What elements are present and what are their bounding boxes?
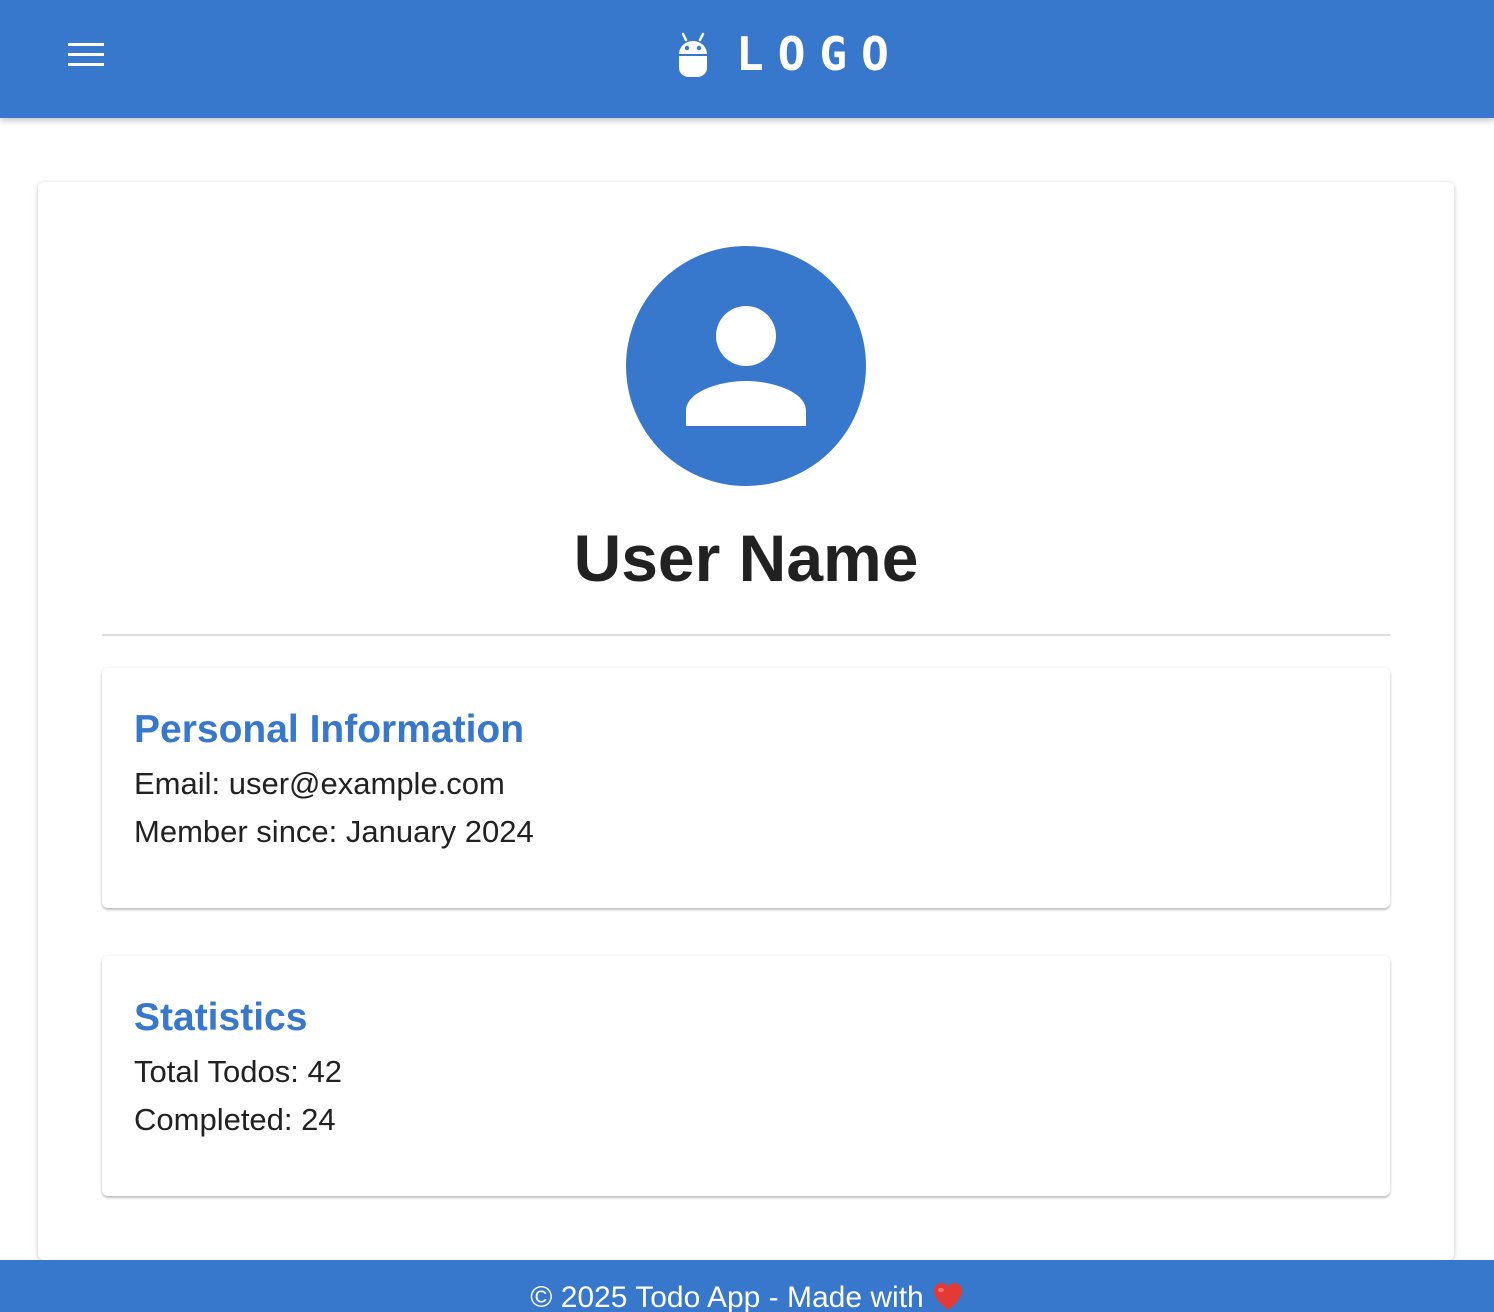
heart-icon — [933, 1283, 962, 1310]
total-todos-text: Total Todos: 42 — [134, 1054, 342, 1089]
section-title-statistics: Statistics — [134, 996, 308, 1039]
footer: © 2025 Todo App - Made with — [0, 1260, 1494, 1312]
account-circle-icon — [686, 306, 806, 426]
member-since-text: Member since: January 2024 — [134, 814, 534, 849]
android-icon — [679, 32, 707, 77]
app-bar: LOGO — [0, 0, 1494, 118]
email-text: Email: user@example.com — [134, 766, 505, 801]
divider — [102, 634, 1390, 636]
footer-text: © 2025 Todo App - Made with — [530, 1281, 924, 1312]
section-title-personal-information: Personal Information — [134, 708, 525, 751]
personal-information-card: Personal Information Email: user@example… — [102, 668, 1390, 908]
footer-text-row: © 2025 Todo App - Made with — [0, 1278, 1494, 1312]
brand-text: LOGO — [736, 27, 903, 81]
statistics-card: Statistics Total Todos: 42 Completed: 24 — [102, 956, 1390, 1196]
brand-logo[interactable]: LOGO — [674, 26, 903, 82]
completed-text: Completed: 24 — [134, 1102, 336, 1137]
menu-icon-bar — [68, 42, 104, 46]
profile-card: User Name Personal Information Email: us… — [38, 182, 1454, 1260]
menu-icon-bar — [68, 52, 104, 56]
menu-icon-bar — [68, 62, 104, 66]
user-name: User Name — [573, 521, 919, 595]
avatar — [626, 246, 866, 486]
menu-button[interactable] — [56, 30, 116, 78]
